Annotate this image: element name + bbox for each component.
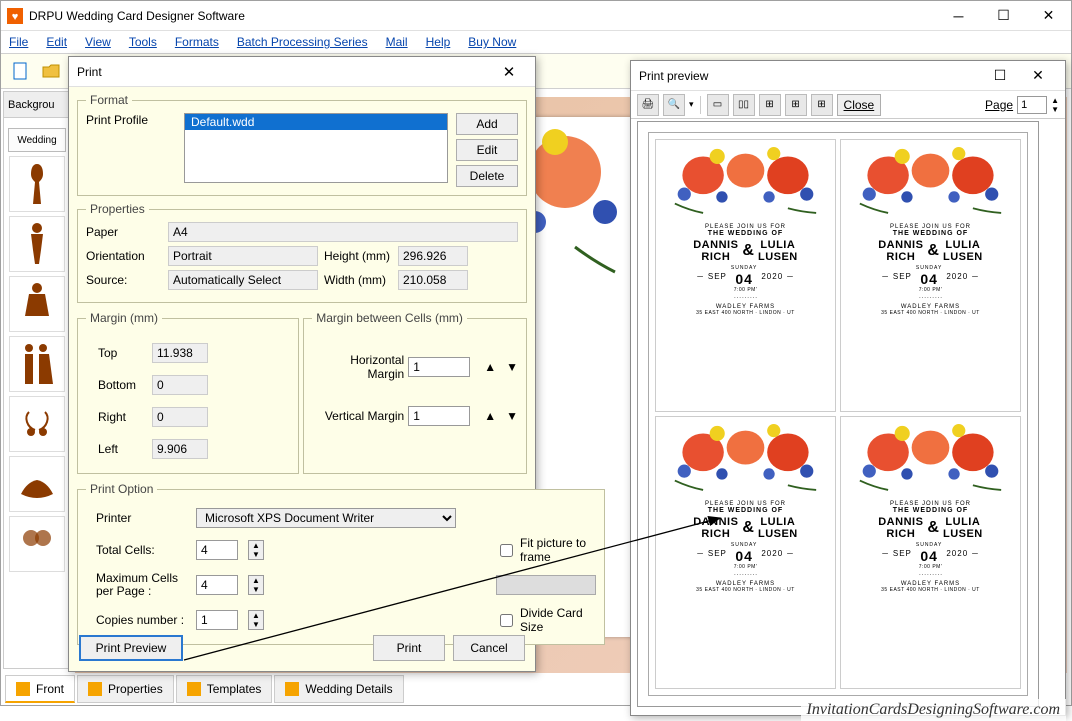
menu-edit[interactable]: Edit [46, 35, 67, 49]
paper-field: A4 [168, 222, 518, 242]
sidebar-head: Backgrou [4, 92, 70, 118]
clipart-item[interactable] [9, 336, 65, 392]
preview-cell: PLEASE JOIN US FORTHE WEDDING OFDANNISRI… [655, 139, 836, 412]
close-button[interactable]: ✕ [1026, 1, 1071, 31]
preview-cell: PLEASE JOIN US FORTHE WEDDING OFDANNISRI… [840, 139, 1021, 412]
print-preview-button[interactable]: Print Preview [79, 635, 183, 661]
app-icon: ♥ [7, 8, 23, 24]
clipart-item[interactable] [9, 516, 65, 572]
menu-formats[interactable]: Formats [175, 35, 219, 49]
format-group: Format Print Profile Default.wdd Add Edi… [77, 93, 527, 196]
maximize-button[interactable]: ☐ [981, 1, 1026, 31]
tab-icon [285, 682, 299, 696]
print-dialog-titlebar: Print ✕ [69, 57, 535, 87]
new-icon[interactable] [7, 57, 35, 85]
menu-buy[interactable]: Buy Now [468, 35, 516, 49]
print-button[interactable]: Print [373, 635, 445, 661]
height-field: 296.926 [398, 246, 468, 266]
fit-picture-checkbox[interactable]: Fit picture to frame [496, 536, 596, 564]
print-icon[interactable]: 🖨 [637, 94, 659, 116]
spinner[interactable]: ▲▼ [484, 409, 518, 423]
copies-input[interactable] [196, 610, 238, 630]
clipart-item[interactable] [9, 396, 65, 452]
spinner[interactable]: ▲▼ [248, 575, 264, 595]
clipart-item[interactable] [9, 456, 65, 512]
preview-close-toolbar-button[interactable]: Close [837, 94, 882, 116]
tab-templates[interactable]: Templates [176, 675, 273, 703]
properties-group: Properties Paper A4 Orientation Portrait… [77, 202, 527, 303]
menu-tools[interactable]: Tools [129, 35, 157, 49]
margin-group: Margin (mm) Top11.938 Bottom0 Right0 Lef… [77, 311, 299, 474]
preview-toolbar: 🖨 🔍 ▾ ▭ ▯▯ ⊞ ⊞ ⊞ Close Page ▲▼ [631, 91, 1065, 119]
layout-3-icon[interactable]: ⊞ [759, 94, 781, 116]
menu-file[interactable]: File [9, 35, 28, 49]
margin-bottom-field: 0 [152, 375, 208, 395]
menu-batch[interactable]: Batch Processing Series [237, 35, 368, 49]
watermark: InvitationCardsDesigningSoftware.com [801, 699, 1066, 721]
print-dialog: Print ✕ Format Print Profile Default.wdd… [68, 56, 536, 672]
print-dialog-close[interactable]: ✕ [491, 57, 527, 87]
hmargin-input[interactable] [408, 357, 470, 377]
disabled-field [496, 575, 596, 595]
spinner[interactable]: ▲▼ [248, 540, 264, 560]
page-number-input[interactable] [1017, 96, 1047, 114]
clipart-item[interactable] [9, 216, 65, 272]
bottom-tabs: Front Properties Templates Wedding Detai… [5, 675, 404, 703]
margin-between-group: Margin between Cells (mm) Horizontal Mar… [303, 311, 527, 474]
delete-button[interactable]: Delete [456, 165, 518, 187]
layout-1-icon[interactable]: ▭ [707, 94, 729, 116]
main-titlebar: ♥ DRPU Wedding Card Designer Software ─ … [1, 1, 1071, 31]
sidebar-tab[interactable]: Wedding [8, 128, 66, 152]
tab-icon [88, 682, 102, 696]
preview-close-button[interactable]: ✕ [1019, 61, 1057, 91]
width-field: 210.058 [398, 270, 468, 290]
layout-4-icon[interactable]: ⊞ [785, 94, 807, 116]
preview-title: Print preview [639, 69, 981, 83]
total-cells-input[interactable] [196, 540, 238, 560]
app-title: DRPU Wedding Card Designer Software [29, 9, 936, 23]
preview-sheet: PLEASE JOIN US FORTHE WEDDING OFDANNISRI… [648, 132, 1028, 696]
preview-cell: PLEASE JOIN US FORTHE WEDDING OFDANNISRI… [840, 416, 1021, 689]
spinner[interactable]: ▲▼ [484, 360, 518, 374]
minimize-button[interactable]: ─ [936, 1, 981, 31]
divide-card-checkbox[interactable]: Divide Card Size [496, 606, 596, 634]
source-field: Automatically Select [168, 270, 318, 290]
menubar: File Edit View Tools Formats Batch Proce… [1, 31, 1071, 53]
orientation-field: Portrait [168, 246, 318, 266]
clipart-item[interactable] [9, 276, 65, 332]
max-cells-input[interactable] [196, 575, 238, 595]
spinner[interactable]: ▲▼ [248, 610, 264, 630]
clipart-item[interactable] [9, 156, 65, 212]
open-icon[interactable] [37, 57, 65, 85]
sidebar: Backgrou Wedding [3, 91, 71, 669]
zoom-icon[interactable]: 🔍 [663, 94, 685, 116]
add-button[interactable]: Add [456, 113, 518, 135]
cancel-button[interactable]: Cancel [453, 635, 525, 661]
tab-wedding-details[interactable]: Wedding Details [274, 675, 403, 703]
menu-help[interactable]: Help [426, 35, 451, 49]
print-profile-list[interactable]: Default.wdd [184, 113, 448, 183]
tab-icon [16, 682, 30, 696]
tab-icon [187, 682, 201, 696]
margin-right-field: 0 [152, 407, 208, 427]
printer-select[interactable]: Microsoft XPS Document Writer [196, 508, 456, 528]
preview-maximize-button[interactable]: ☐ [981, 61, 1019, 91]
preview-cell: PLEASE JOIN US FORTHE WEDDING OFDANNISRI… [655, 416, 836, 689]
tab-properties[interactable]: Properties [77, 675, 174, 703]
preview-titlebar: Print preview ☐ ✕ [631, 61, 1065, 91]
menu-mail[interactable]: Mail [386, 35, 408, 49]
print-preview-window: Print preview ☐ ✕ 🖨 🔍 ▾ ▭ ▯▯ ⊞ ⊞ ⊞ Close… [630, 60, 1066, 716]
edit-button[interactable]: Edit [456, 139, 518, 161]
menu-view[interactable]: View [85, 35, 111, 49]
svg-text:♥: ♥ [12, 11, 19, 23]
print-option-group: Print Option Printer Microsoft XPS Docum… [77, 482, 605, 645]
layout-2-icon[interactable]: ▯▯ [733, 94, 755, 116]
vmargin-input[interactable] [408, 406, 470, 426]
tab-front[interactable]: Front [5, 675, 75, 703]
print-dialog-title: Print [77, 65, 491, 79]
margin-top-field: 11.938 [152, 343, 208, 363]
layout-5-icon[interactable]: ⊞ [811, 94, 833, 116]
profile-item[interactable]: Default.wdd [185, 114, 447, 130]
margin-left-field: 9.906 [152, 439, 208, 459]
